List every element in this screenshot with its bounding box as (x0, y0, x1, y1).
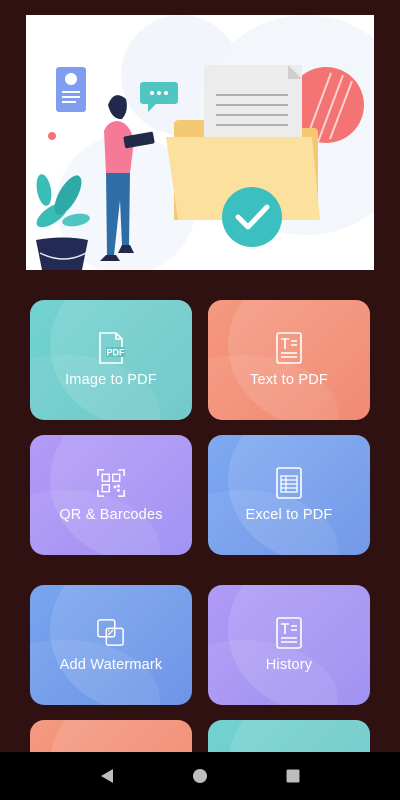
qr-barcodes-card[interactable]: QR & Barcodes (30, 435, 192, 555)
back-triangle-icon (100, 769, 113, 783)
card-label: Excel to PDF (245, 507, 333, 523)
back-button[interactable] (95, 764, 119, 788)
add-watermark-card[interactable]: Add Watermark (30, 585, 192, 705)
card-label: Image to PDF (65, 372, 157, 388)
pdf-badge-text: PDF (107, 348, 126, 358)
history-card[interactable]: History (208, 585, 370, 705)
excel-to-pdf-card[interactable]: Excel to PDF (208, 435, 370, 555)
recents-button[interactable] (281, 764, 305, 788)
system-navigation-bar (0, 752, 400, 800)
partial-card-coral[interactable] (30, 720, 192, 752)
card-label: Text to PDF (250, 372, 328, 388)
home-button[interactable] (188, 764, 212, 788)
home-circle-icon (192, 769, 207, 783)
app-screen: PDF Image to PDF Text to PDF QR & Barcod… (0, 0, 400, 752)
hero-illustration (26, 15, 374, 270)
excel-sheet-icon (276, 467, 302, 499)
card-label: Add Watermark (59, 657, 163, 673)
card-label: History (265, 657, 313, 673)
history-doc-icon (276, 617, 302, 649)
image-pdf-icon: PDF (99, 332, 126, 364)
card-label: QR & Barcodes (59, 507, 163, 523)
text-to-pdf-card[interactable]: Text to PDF (208, 300, 370, 420)
partial-card-teal[interactable] (208, 720, 370, 752)
text-pdf-icon (276, 332, 302, 364)
watermark-icon (97, 619, 124, 646)
qr-scan-icon (97, 469, 125, 497)
image-to-pdf-card[interactable]: PDF Image to PDF (30, 300, 192, 420)
recents-square-icon (286, 769, 300, 783)
